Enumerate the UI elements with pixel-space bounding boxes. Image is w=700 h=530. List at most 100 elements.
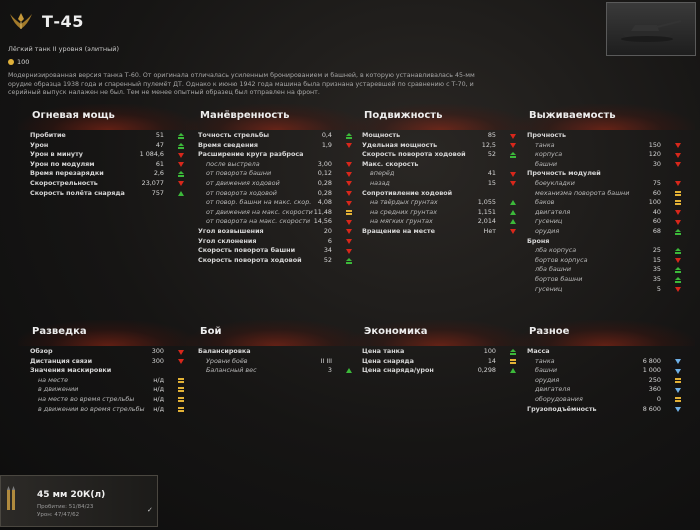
stat-row: вперёд 41 xyxy=(360,169,520,179)
stat-row: от движения на макс. скорости 11,48 xyxy=(196,208,356,218)
comparison-eq-icon xyxy=(675,396,681,402)
section-maneuver: Манёвренность Точность стрельбы 0,4 Время … xyxy=(186,104,366,266)
stat-value: 68 xyxy=(652,226,661,235)
stat-label: Броня xyxy=(527,236,550,245)
stat-value: 1,151 xyxy=(477,207,496,216)
stat-label: гусениц xyxy=(535,284,563,293)
stat-value: н/д xyxy=(153,385,164,394)
stat-row: Броня xyxy=(525,237,685,247)
stat-row: в движении во время стрельбы н/д xyxy=(28,405,188,415)
comparison-down-icon xyxy=(178,181,184,187)
stat-value: 0,298 xyxy=(477,366,496,375)
stat-value: 12,5 xyxy=(481,140,496,149)
stat-label: башни xyxy=(535,159,558,168)
stat-label: Расширение круга разброса xyxy=(198,150,304,159)
section-survivability: Выживаемость Прочность танка 150 корпуса 120… xyxy=(515,104,695,295)
stat-label: Цена снаряда xyxy=(362,356,414,365)
stat-row: Точность стрельбы 0,4 xyxy=(196,131,356,141)
stat-row: Скорость поворота ходовой 52 xyxy=(360,150,520,160)
stat-label: Урон по модулям xyxy=(30,159,95,168)
stat-value: 300 xyxy=(151,356,164,365)
stat-row: Дистанция связи 300 xyxy=(28,357,188,367)
stat-row: Прочность xyxy=(525,131,685,141)
ammo-check-icon: ✓ xyxy=(147,506,153,514)
comparison-uplines-icon xyxy=(510,349,516,355)
stat-row: Скорострельность 23,077 xyxy=(28,179,188,189)
stat-row: корпуса 120 xyxy=(525,150,685,160)
stat-label: после выстрела xyxy=(206,159,260,168)
stat-row: Цена снаряда 14 xyxy=(360,357,520,367)
stat-label: Балансный вес xyxy=(206,366,257,375)
stat-label: Угол возвышения xyxy=(198,226,264,235)
stat-label: Время перезарядки xyxy=(30,169,104,178)
stat-value: 0,12 xyxy=(317,169,332,178)
stat-row: орудия 68 xyxy=(525,227,685,237)
price-value: 100 xyxy=(17,58,30,66)
stat-label: Время сведения xyxy=(198,140,258,149)
stat-row: бортов корпуса 15 xyxy=(525,256,685,266)
stat-row: после выстрела 3,00 xyxy=(196,160,356,170)
stat-row: Балансный вес 3 xyxy=(196,366,356,376)
stat-row: Мощность 85 xyxy=(360,131,520,141)
comparison-down-blue-icon xyxy=(675,359,681,365)
stat-row: баков 100 xyxy=(525,198,685,208)
comparison-down-icon xyxy=(178,152,184,158)
ammo-penetration: Пробитие: 51/84/23 xyxy=(37,504,94,510)
stat-label: на мягких грунтах xyxy=(370,217,433,226)
stat-value: 0,28 xyxy=(317,188,332,197)
stat-row: Время перезарядки 2,6 xyxy=(28,169,188,179)
comparison-uplines-icon xyxy=(178,171,184,178)
stat-value: н/д xyxy=(153,404,164,413)
stat-label: лба башни xyxy=(535,265,572,274)
stat-value: 0 xyxy=(656,394,661,403)
stat-row: Скорость поворота ходовой 52 xyxy=(196,256,356,266)
comparison-down-icon xyxy=(346,162,352,168)
stat-row: на мягких грунтах 2,014 xyxy=(360,217,520,227)
stat-row: назад 15 xyxy=(360,179,520,189)
section-title: Экономика xyxy=(350,320,530,346)
stat-label: Прочность xyxy=(527,131,567,139)
comparison-down-icon xyxy=(675,287,681,292)
stat-label: Урон в минуту xyxy=(30,150,83,159)
stat-value: 47 xyxy=(155,140,164,149)
stat-label: боеукладки xyxy=(535,178,575,187)
ammo-shell-icon xyxy=(7,486,15,510)
comparison-uplines-icon xyxy=(675,248,681,255)
stat-label: Дистанция связи xyxy=(30,356,93,365)
comparison-down-icon xyxy=(346,181,352,187)
stat-value: 14 xyxy=(487,356,496,365)
vehicle-title: Т-45 xyxy=(42,11,84,31)
stat-value: н/д xyxy=(153,375,164,384)
stat-row: Уровни боёв II III xyxy=(196,357,356,367)
stat-label: механизма поворота башни xyxy=(535,188,630,197)
comparison-down-icon xyxy=(675,162,681,168)
stat-label: Урон xyxy=(30,140,49,149)
stat-row: Пробитие 51 xyxy=(28,131,188,141)
stat-label: бортов башни xyxy=(535,274,583,283)
stat-value: 6 800 xyxy=(642,356,661,365)
section-title: Бой xyxy=(186,320,366,346)
stat-row: Урон 47 xyxy=(28,141,188,151)
stat-row: гусениц 5 xyxy=(525,285,685,295)
stat-row: танка 6 800 xyxy=(525,357,685,367)
comparison-eq-icon xyxy=(178,396,184,402)
section-title: Выживаемость xyxy=(515,104,695,130)
stat-row: Угол возвышения 20 xyxy=(196,227,356,237)
stat-value: 8 600 xyxy=(642,404,661,413)
stat-value: 757 xyxy=(151,188,164,197)
section-title: Огневая мощь xyxy=(18,104,198,130)
stat-label: оборудования xyxy=(535,394,583,403)
stat-value: 0,28 xyxy=(317,178,332,187)
stat-label: на месте во время стрельбы xyxy=(38,394,135,403)
stat-label: от поворота на макс. скорости xyxy=(206,217,311,226)
stat-value: 1,9 xyxy=(321,140,332,149)
vehicle-header: Т-45 xyxy=(8,8,84,34)
stat-value: 2,014 xyxy=(477,217,496,226)
comparison-eq-icon xyxy=(178,406,184,412)
stat-row: Вращение на месте Нет xyxy=(360,227,520,237)
stat-value: 15 xyxy=(652,255,661,264)
stat-label: бортов корпуса xyxy=(535,255,588,264)
stat-label: Обзор xyxy=(30,347,53,355)
comparison-up-icon xyxy=(178,190,184,196)
ammo-slot[interactable]: 45 мм 20К(л) Пробитие: 51/84/23 Урон: 47… xyxy=(0,475,158,527)
